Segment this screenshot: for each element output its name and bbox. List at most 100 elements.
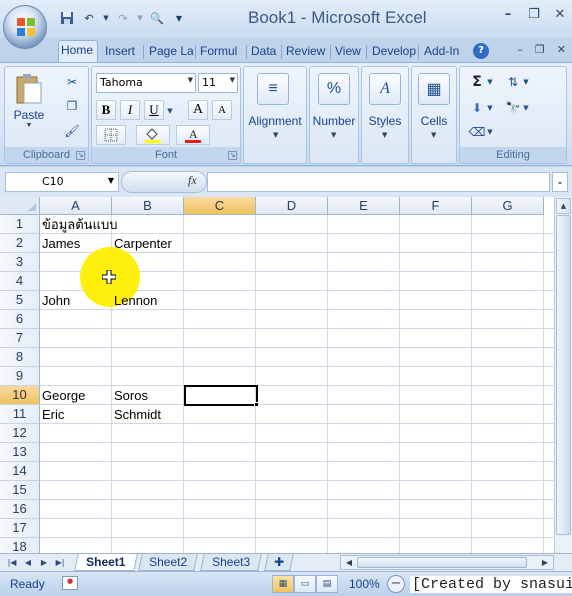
qat-customize-icon[interactable]: ▼ (170, 9, 188, 27)
horizontal-scrollbar[interactable]: ◀ ▶ (340, 555, 554, 570)
underline-button[interactable]: U (144, 100, 164, 120)
underline-dropdown-icon[interactable]: ▼ (166, 102, 174, 120)
tab-home[interactable]: Home (58, 40, 98, 63)
scroll-up-icon[interactable]: ▲ (556, 198, 571, 214)
undo-dropdown-icon[interactable]: ▼ (102, 9, 110, 27)
last-sheet-icon[interactable]: ▶| (54, 556, 66, 569)
row-header-11[interactable]: 11 (0, 405, 40, 424)
redo-icon[interactable]: ↷ (114, 9, 132, 27)
worksheet-grid[interactable]: GFEDCBA 1 2 3 4 5 6 7 8 9 10 11 12 13 14 15 16 17 18 ข้อม… (0, 197, 572, 553)
font-launcher-icon[interactable]: ↘ (228, 151, 237, 160)
format-painter-icon[interactable]: 🖌 (63, 122, 81, 140)
next-sheet-icon[interactable]: ▶ (38, 556, 50, 569)
page-layout-view-icon[interactable]: ▭ (294, 575, 316, 593)
column-header-g[interactable]: G (472, 197, 544, 215)
insert-sheet-button[interactable]: ✚ (264, 554, 294, 571)
redo-dropdown-icon[interactable]: ▼ (136, 9, 144, 27)
tab-review[interactable]: Review (284, 42, 328, 62)
row-header-15[interactable]: 15 (0, 481, 40, 500)
cell-b10[interactable]: Soros (112, 386, 148, 405)
active-cell-C10[interactable] (184, 385, 258, 406)
normal-view-icon[interactable]: ▦ (272, 575, 294, 593)
select-all-button[interactable] (0, 197, 40, 215)
font-size-combo[interactable]: 11 ▼ (198, 73, 238, 93)
clear-dropdown-icon[interactable]: ▼ (486, 123, 494, 141)
bold-button[interactable]: B (96, 100, 116, 120)
row-header-18[interactable]: 18 (0, 538, 40, 553)
formula-input[interactable] (207, 172, 550, 192)
print-preview-icon[interactable]: 🔍 (148, 9, 166, 27)
scroll-right-icon[interactable]: ▶ (539, 556, 551, 569)
row-header-6[interactable]: 6 (0, 310, 40, 329)
name-box[interactable]: C10 ▼ (5, 172, 119, 192)
alignment-dropdown-icon[interactable]: ▼ (273, 131, 278, 139)
row-header-2[interactable]: 2 (0, 234, 40, 253)
tab-view[interactable]: View (333, 42, 363, 62)
alignment-button[interactable]: ≡ (257, 73, 289, 108)
office-button[interactable] (3, 5, 47, 49)
paste-button[interactable]: Paste ▼ (13, 73, 45, 129)
cell-a11[interactable]: Eric (40, 405, 64, 424)
autosum-dropdown-icon[interactable]: ▼ (486, 73, 494, 91)
cells-dropdown-icon[interactable]: ▼ (431, 131, 436, 139)
first-sheet-icon[interactable]: |◀ (6, 556, 18, 569)
clear-icon[interactable]: ⌫ (468, 123, 486, 141)
row-header-12[interactable]: 12 (0, 424, 40, 443)
number-dropdown-icon[interactable]: ▼ (331, 131, 336, 139)
cell-a5[interactable]: John (40, 291, 70, 310)
workbook-restore-icon[interactable]: ❐ (535, 43, 545, 56)
row-header-14[interactable]: 14 (0, 462, 40, 481)
number-button[interactable]: % (318, 73, 350, 108)
row-header-13[interactable]: 13 (0, 443, 40, 462)
column-header-a[interactable]: A (40, 197, 112, 215)
shrink-font-button[interactable]: A (212, 100, 232, 120)
cell-a10[interactable]: George (40, 386, 85, 405)
italic-button[interactable]: I (120, 100, 140, 120)
sheet-tab-2[interactable]: Sheet2 (138, 554, 198, 571)
copy-icon[interactable]: ❐ (63, 97, 81, 115)
help-icon[interactable]: ? (473, 43, 489, 59)
cell-a1[interactable]: ข้อมูลต้นแบบ (40, 215, 117, 234)
font-name-combo[interactable]: Tahoma ▼ (96, 73, 196, 93)
autosum-icon[interactable]: Σ (468, 73, 486, 91)
cell-b5[interactable]: Lennon (112, 291, 157, 310)
sort-dropdown-icon[interactable]: ▼ (522, 73, 530, 91)
save-icon[interactable] (58, 9, 76, 27)
row-header-4[interactable]: 4 (0, 272, 40, 291)
horizontal-scroll-thumb[interactable] (357, 557, 527, 568)
styles-button[interactable]: A (369, 73, 401, 108)
row-header-9[interactable]: 9 (0, 367, 40, 386)
minimize-window-icon[interactable]: – (500, 6, 516, 22)
record-macro-icon[interactable]: ● (62, 576, 78, 590)
insert-function-button[interactable]: fx (188, 173, 197, 188)
row-header-3[interactable]: 3 (0, 253, 40, 272)
cell-a2[interactable]: James (40, 234, 80, 253)
sheet-tab-3[interactable]: Sheet3 (200, 554, 262, 571)
row-header-7[interactable]: 7 (0, 329, 40, 348)
find-select-icon[interactable]: 🔭 (504, 99, 522, 117)
close-window-icon[interactable]: ✕ (552, 6, 568, 22)
tab-page-layout[interactable]: Page La (147, 42, 193, 62)
fill-color-button[interactable] (136, 125, 170, 145)
row-header-1[interactable]: 1 (0, 215, 40, 234)
tab-insert[interactable]: Insert (103, 42, 141, 62)
zoom-out-icon[interactable]: − (387, 575, 405, 593)
undo-icon[interactable]: ↶ (80, 9, 98, 27)
tab-formulas[interactable]: Formul (198, 42, 244, 62)
row-header-8[interactable]: 8 (0, 348, 40, 367)
cells-button[interactable]: ▦ (418, 73, 450, 108)
vertical-scroll-thumb[interactable] (556, 215, 571, 535)
row-header-5[interactable]: 5 (0, 291, 40, 310)
sheet-tab-1[interactable]: Sheet1 (74, 554, 138, 571)
tab-developer[interactable]: Develop (370, 42, 416, 62)
row-header-10[interactable]: 10 (0, 386, 40, 405)
font-color-button[interactable]: A (176, 125, 210, 145)
fill-dropdown-icon[interactable]: ▼ (486, 99, 494, 117)
column-header-c[interactable]: C (184, 197, 256, 215)
row-header-17[interactable]: 17 (0, 519, 40, 538)
cell-b2[interactable]: Carpenter (112, 234, 172, 253)
expand-formula-bar-icon[interactable]: ⌄ (552, 172, 568, 192)
restore-window-icon[interactable]: ❐ (526, 6, 542, 22)
column-header-d[interactable]: D (256, 197, 328, 215)
zoom-level[interactable]: 100% (349, 577, 380, 591)
